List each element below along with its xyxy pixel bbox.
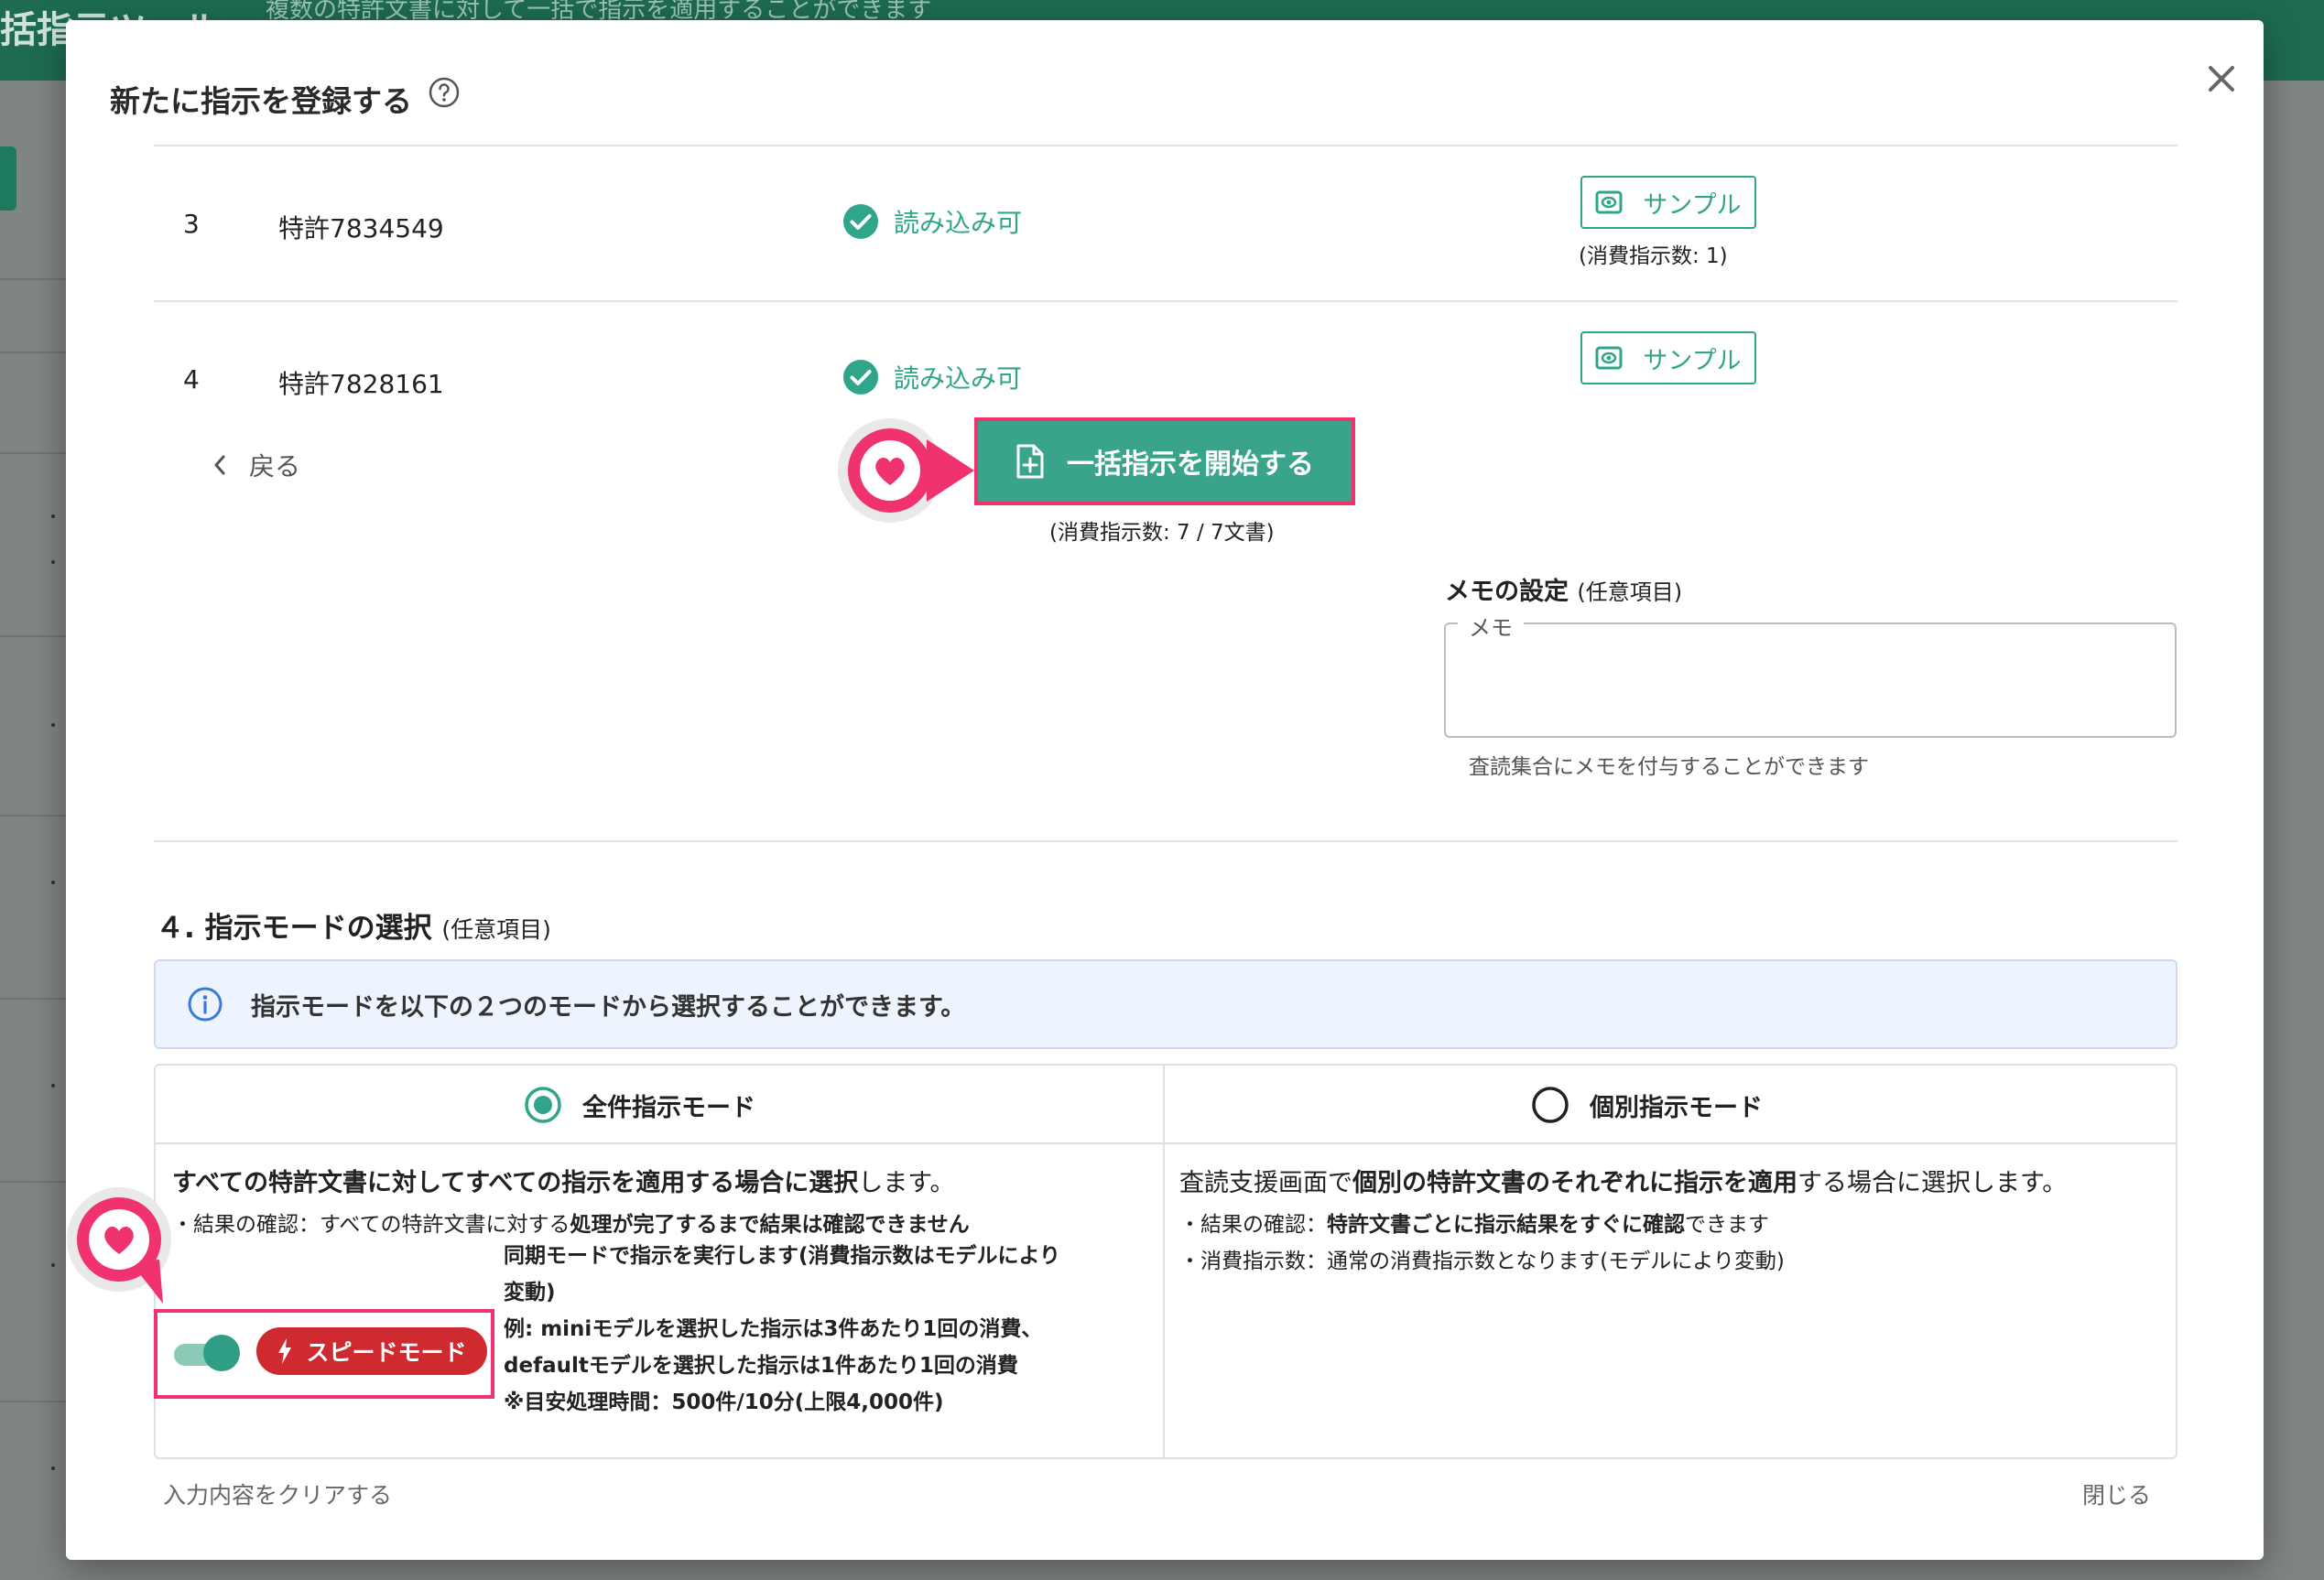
memo-optional: (任意項目)	[1577, 579, 1683, 605]
check-circle-icon	[843, 204, 878, 239]
sample-button-label: サンプル	[1643, 190, 1742, 220]
divider	[154, 300, 2177, 302]
backdrop-button	[0, 146, 16, 211]
status-readable: 読み込み可	[842, 359, 1022, 395]
check-circle-icon	[843, 360, 878, 395]
close-icon[interactable]	[2198, 55, 2245, 103]
start-batch-button[interactable]: 一括指示を開始する	[974, 417, 1355, 505]
back-label: 戻る	[249, 451, 301, 482]
chevron-left-icon	[214, 455, 225, 475]
backdrop-dot	[51, 723, 55, 727]
speed-note-line: 例: miniモデルを選択した指示は3件あたり1回の消費、	[504, 1317, 1043, 1341]
info-icon	[188, 987, 223, 1022]
backdrop-divider	[0, 998, 66, 1000]
mode-individual-sub1-bold: 特許文書ごとに指示結果をすぐに確認	[1327, 1213, 1685, 1237]
start-consume-count: (消費指示数: 7 / 7文書)	[1049, 521, 1275, 545]
lightning-icon	[278, 1338, 292, 1364]
mode-all-desc-bold: すべての特許文書に対してすべての指示を適用する場合に選択	[172, 1169, 859, 1197]
eye-icon	[1595, 190, 1623, 214]
backdrop-dot	[51, 1466, 55, 1470]
speed-note-line: 同期モードで指示を実行します(消費指示数はモデルにより	[504, 1244, 1061, 1268]
mode-all-label: 全件指示モード	[582, 1093, 755, 1122]
heart-pin-icon	[838, 418, 974, 523]
radio-checked-icon	[525, 1087, 561, 1123]
row-index: 3	[183, 209, 200, 239]
info-alert: 指示モードを以下の２つのモードから選択することができます。	[154, 959, 2177, 1049]
mode-section-title: ４. 指示モードの選択 (任意項目)	[156, 904, 551, 946]
status-readable: 読み込み可	[842, 203, 1022, 240]
close-button[interactable]: 閉じる	[2082, 1477, 2151, 1510]
divider	[154, 840, 2177, 842]
sample-button[interactable]: サンプル	[1580, 331, 1756, 384]
status-label: 読み込み可	[894, 208, 1023, 238]
speed-note-line: ※目安処理時間：500件/10分(上限4,000件)	[504, 1391, 944, 1414]
backdrop-divider	[0, 452, 66, 454]
sample-button-label: サンプル	[1643, 346, 1742, 375]
backdrop-dot	[51, 560, 55, 564]
divider	[156, 1142, 2176, 1144]
heart-pin-icon	[67, 1187, 171, 1304]
backdrop-dot	[51, 881, 55, 884]
clear-input-button[interactable]: 入力内容をクリアする	[163, 1477, 392, 1510]
backdrop-divider	[0, 1401, 66, 1402]
backdrop-dot	[51, 1084, 55, 1088]
backdrop-divider	[0, 278, 66, 280]
divider	[1163, 1066, 1165, 1457]
mode-individual-sub1-pre: ・結果の確認：	[1179, 1213, 1327, 1237]
start-batch-label: 一括指示を開始する	[1067, 449, 1314, 481]
modal-title: 新たに指示を登録する	[110, 83, 412, 119]
mode-all-desc-post: します。	[858, 1169, 955, 1197]
row-index: 4	[183, 364, 200, 395]
speed-note-line: defaultモデルを選択した指示は1件あたり1回の消費	[504, 1354, 1018, 1378]
memo-input[interactable]	[1444, 622, 2177, 738]
mode-title: ４. 指示モードの選択	[156, 912, 432, 945]
backdrop-dot	[51, 514, 55, 518]
sample-button[interactable]: サンプル	[1580, 176, 1756, 229]
backdrop-divider	[0, 635, 66, 637]
mode-individual-label: 個別指示モード	[1590, 1093, 1763, 1122]
backdrop-divider	[0, 815, 66, 817]
mode-individual-desc-bold: 個別の特許文書のそれぞれに指示を適用	[1352, 1169, 1797, 1197]
eye-icon	[1595, 346, 1623, 370]
file-add-icon	[1016, 444, 1044, 479]
mode-individual-description: 査読支援画面で個別の特許文書のそれぞれに指示を適用する場合に選択します。	[1179, 1163, 2067, 1198]
mode-individual-sub1-post: できます	[1685, 1213, 1769, 1237]
memo-section-title: メモの設定 (任意項目)	[1445, 571, 1682, 607]
status-label: 読み込み可	[894, 363, 1023, 394]
help-icon[interactable]	[429, 77, 460, 108]
info-text: 指示モードを以下の２つのモードから選択することができます。	[251, 992, 966, 1022]
memo-field-label: メモ	[1458, 610, 1524, 642]
mode-individual-radio[interactable]: 個別指示モード	[1531, 1086, 1763, 1124]
back-button[interactable]: 戻る	[212, 447, 300, 483]
row-patent-name: 特許7828161	[278, 369, 444, 399]
backdrop-divider	[0, 352, 66, 353]
speed-mode-badge: スピードモード	[256, 1327, 487, 1375]
memo-helper-text: 査読集合にメモを付与することができます	[1469, 755, 1869, 779]
row-patent-name: 特許7834549	[278, 213, 444, 243]
speed-mode-toggle[interactable]	[170, 1333, 242, 1373]
mode-optional: (任意項目)	[441, 916, 551, 943]
speed-note-line: 変動)	[504, 1281, 556, 1304]
divider	[154, 145, 2177, 146]
mode-all-description: すべての特許文書に対してすべての指示を適用する場合に選択します。	[172, 1163, 955, 1198]
toggle-knob	[203, 1335, 240, 1371]
mode-all-sub-pre: ・結果の確認：すべての特許文書に対する	[172, 1213, 570, 1237]
mode-all-radio[interactable]: 全件指示モード	[524, 1086, 755, 1124]
mode-individual-desc-pre: 査読支援画面で	[1179, 1169, 1352, 1197]
mode-selector	[154, 1064, 2177, 1459]
radio-unchecked-icon	[1532, 1087, 1569, 1123]
mode-all-result-note: ・結果の確認：すべての特許文書に対する処理が完了するまで結果は確認できません	[172, 1207, 970, 1238]
register-instruction-modal: 新たに指示を登録する 3 特許7834549 読み込み可 サンプル (消費指示数	[66, 20, 2264, 1560]
speed-mode-label: スピードモード	[306, 1339, 467, 1366]
speed-mode-notes: 同期モードで指示を実行します(消費指示数はモデルにより 変動) 例: miniモ…	[504, 1238, 1060, 1421]
consume-count: (消費指示数: 1)	[1579, 244, 1728, 268]
mode-individual-result-note: ・結果の確認：特許文書ごとに指示結果をすぐに確認できます	[1179, 1207, 1769, 1238]
mode-all-sub-bold: 処理が完了するまで結果は確認できません	[570, 1213, 970, 1237]
mode-individual-consume-note: ・消費指示数：通常の消費指示数となります(モデルにより変動)	[1179, 1250, 1785, 1273]
mode-individual-desc-post: する場合に選択します。	[1797, 1169, 2068, 1197]
memo-title: メモの設定	[1445, 578, 1569, 606]
